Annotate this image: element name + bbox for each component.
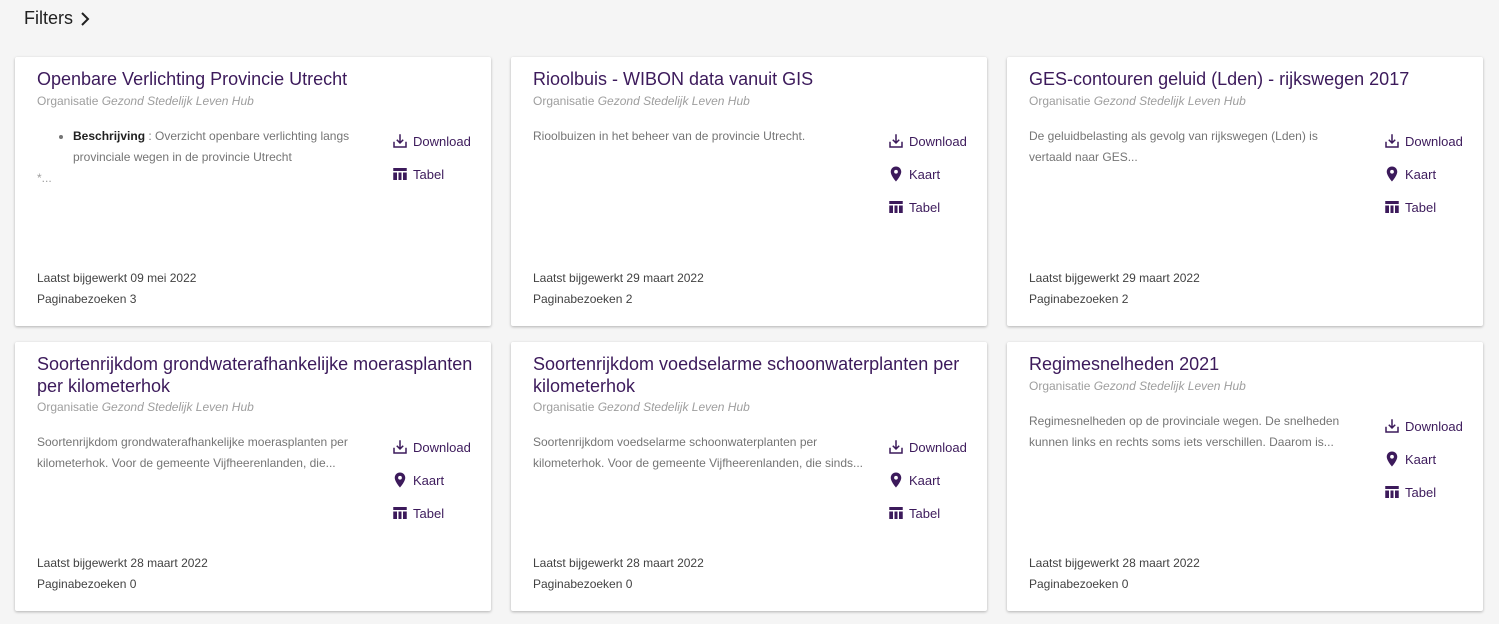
tabel-button[interactable]: Tabel <box>887 502 967 524</box>
download-icon <box>889 134 903 148</box>
chevron-right-icon <box>81 11 90 26</box>
card-organisation: Organisatie Gezond Stedelijk Leven Hub <box>533 400 750 414</box>
card-organisation: Organisatie Gezond Stedelijk Leven Hub <box>533 94 750 108</box>
card-organisation: Organisatie Gezond Stedelijk Leven Hub <box>1029 379 1246 393</box>
download-button[interactable]: Download <box>391 436 471 458</box>
map-pin-icon <box>1386 166 1398 182</box>
kaart-button[interactable]: Kaart <box>1383 448 1463 470</box>
tabel-button[interactable]: Tabel <box>391 502 471 524</box>
card-meta: Laatst bijgewerkt 29 maart 2022 Paginabe… <box>1029 271 1200 306</box>
tabel-button[interactable]: Tabel <box>1383 196 1463 218</box>
card-title[interactable]: Rioolbuis - WIBON data vanuit GIS <box>533 68 973 90</box>
download-button[interactable]: Download <box>391 130 471 152</box>
kaart-button[interactable]: Kaart <box>887 163 967 185</box>
card-description: Soortenrijkdom voedselarme schoonwaterpl… <box>533 435 863 470</box>
table-icon <box>393 507 407 519</box>
dataset-card: Rioolbuis - WIBON data vanuit GIS Organi… <box>511 57 987 326</box>
card-meta: Laatst bijgewerkt 28 maart 2022 Paginabe… <box>1029 556 1200 591</box>
map-pin-icon <box>890 166 902 182</box>
card-title[interactable]: GES-contouren geluid (Lden) - rijkswegen… <box>1029 68 1469 90</box>
card-meta: Laatst bijgewerkt 28 maart 2022 Paginabe… <box>37 556 208 591</box>
download-button[interactable]: Download <box>1383 130 1463 152</box>
map-pin-icon <box>394 472 406 488</box>
dataset-card: Regimesnelheden 2021 Organisatie Gezond … <box>1007 342 1483 611</box>
card-title[interactable]: Openbare Verlichting Provincie Utrecht <box>37 68 477 90</box>
dataset-card: Soortenrijkdom grondwaterafhankelijke mo… <box>15 342 491 611</box>
card-title[interactable]: Regimesnelheden 2021 <box>1029 353 1469 375</box>
card-title[interactable]: Soortenrijkdom grondwaterafhankelijke mo… <box>37 353 477 397</box>
tabel-button[interactable]: Tabel <box>1383 481 1463 503</box>
download-icon <box>393 440 407 454</box>
filters-label: Filters <box>24 8 73 28</box>
card-description: Rioolbuizen in het beheer van de provinc… <box>533 129 806 143</box>
download-icon <box>393 134 407 148</box>
download-icon <box>1385 419 1399 433</box>
download-icon <box>1385 134 1399 148</box>
download-icon <box>889 440 903 454</box>
tabel-button[interactable]: Tabel <box>391 163 471 185</box>
card-organisation: Organisatie Gezond Stedelijk Leven Hub <box>37 400 254 414</box>
card-description: Beschrijving : Overzicht openbare verlic… <box>37 126 367 186</box>
table-icon <box>1385 201 1399 213</box>
filters-toggle[interactable]: Filters <box>24 8 91 29</box>
table-icon <box>889 201 903 213</box>
card-description: Soortenrijkdom grondwaterafhankelijke mo… <box>37 435 348 470</box>
card-title[interactable]: Soortenrijkdom voedselarme schoonwaterpl… <box>533 353 973 397</box>
map-pin-icon <box>890 472 902 488</box>
dataset-card: Soortenrijkdom voedselarme schoonwaterpl… <box>511 342 987 611</box>
card-organisation: Organisatie Gezond Stedelijk Leven Hub <box>1029 94 1246 108</box>
dataset-card: Openbare Verlichting Provincie Utrecht O… <box>15 57 491 326</box>
table-icon <box>1385 486 1399 498</box>
dataset-card: GES-contouren geluid (Lden) - rijkswegen… <box>1007 57 1483 326</box>
kaart-button[interactable]: Kaart <box>1383 163 1463 185</box>
download-button[interactable]: Download <box>887 130 967 152</box>
kaart-button[interactable]: Kaart <box>887 469 967 491</box>
map-pin-icon <box>1386 451 1398 467</box>
card-description: Regimesnelheden op de provinciale wegen.… <box>1029 414 1340 449</box>
kaart-button[interactable]: Kaart <box>391 469 471 491</box>
download-button[interactable]: Download <box>1383 415 1463 437</box>
card-meta: Laatst bijgewerkt 29 maart 2022 Paginabe… <box>533 271 704 306</box>
card-meta: Laatst bijgewerkt 09 mei 2022 Paginabezo… <box>37 271 197 306</box>
table-icon <box>889 507 903 519</box>
tabel-button[interactable]: Tabel <box>887 196 967 218</box>
card-meta: Laatst bijgewerkt 28 maart 2022 Paginabe… <box>533 556 704 591</box>
table-icon <box>393 168 407 180</box>
download-button[interactable]: Download <box>887 436 967 458</box>
card-description: De geluidbelasting als gevolg van rijksw… <box>1029 129 1318 164</box>
card-organisation: Organisatie Gezond Stedelijk Leven Hub <box>37 94 254 108</box>
